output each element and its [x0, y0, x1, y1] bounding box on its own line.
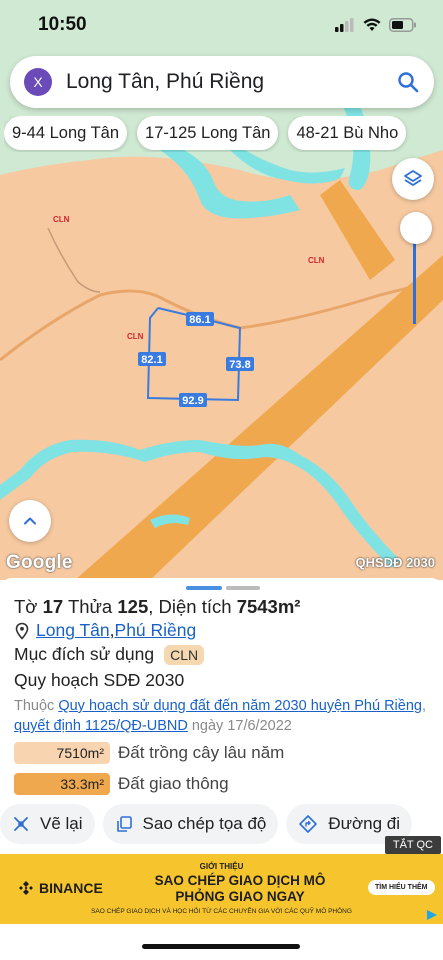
suggestion-chip[interactable]: 48-21 Bù Nho [288, 116, 407, 150]
copy-icon [116, 816, 132, 832]
land-use-row: 7510m² Đất trồng cây lâu năm [14, 742, 284, 764]
status-icons [335, 18, 417, 32]
signal-icon [335, 18, 354, 32]
google-logo: Google [6, 552, 73, 573]
river-lower-2 [0, 470, 30, 500]
chevron-up-icon [24, 517, 36, 525]
svg-text:92.9: 92.9 [182, 395, 203, 407]
redraw-button[interactable]: Vẽ lại [0, 804, 95, 844]
search-bar[interactable]: X Long Tân, Phú Riềng [10, 56, 434, 108]
land-use-label: Đất trồng cây lâu năm [118, 743, 285, 762]
battery-icon [389, 18, 416, 32]
redraw-icon [14, 817, 28, 831]
ad-brand: BINANCE [18, 880, 103, 896]
sheet-handle[interactable] [186, 586, 260, 590]
dimension-label: 92.9 [179, 393, 207, 407]
dimension-label: 82.1 [138, 352, 166, 366]
search-query[interactable]: Long Tân, Phú Riềng [66, 70, 396, 94]
location-pin-icon [15, 622, 29, 640]
home-indicator[interactable] [142, 944, 300, 949]
hide-ads-button[interactable]: TẮT QC [384, 836, 441, 854]
zone-label: CLN [127, 332, 144, 341]
search-icon[interactable] [396, 70, 420, 94]
purpose-badge: CLN [164, 644, 205, 665]
svg-text:73.8: 73.8 [229, 359, 250, 371]
suggestion-chip[interactable]: 17-125 Long Tân [137, 116, 279, 150]
dimension-label: 73.8 [226, 357, 254, 371]
ad-banner[interactable]: BINANCE GIỚI THIỆU SAO CHÉP GIAO DỊCH MÔ… [0, 854, 443, 924]
close-search-button[interactable]: X [24, 68, 52, 96]
directions-icon [299, 815, 318, 833]
zone-label: CLN [308, 256, 325, 265]
main-road [75, 255, 443, 580]
binance-logo-icon [19, 881, 33, 895]
district-link[interactable]: Phú Riềng [115, 620, 197, 641]
parcel-title: Tờ 17 Thửa 125, Diện tích 7543m² [14, 596, 301, 617]
suggestion-chip[interactable]: 9-44 Long Tân [4, 116, 128, 150]
suggestion-chips: 9-44 Long Tân 17-125 Long Tân 48-21 Bù N… [4, 116, 443, 152]
road-branch [320, 180, 395, 280]
purpose-row: Mục đích sử dụng CLN [14, 644, 205, 665]
land-use-row: 33.3m² Đất giao thông [14, 773, 229, 795]
plan-source-text: Thuộc Quy hoạch sử dụng đất đến năm 2030… [14, 698, 426, 734]
purpose-label: Mục đích sử dụng [14, 644, 155, 664]
ad-cta-button[interactable]: TÌM HIỂU THÊM [368, 880, 435, 895]
plan-link[interactable]: Quy hoạch sử dụng đất đến năm 2030 huyện… [58, 698, 422, 714]
action-bar: Vẽ lại Sao chép tọa độ Đường đi [0, 804, 443, 846]
zone-label: CLN [53, 215, 70, 224]
location-row: Long Tân, Phú Riềng [14, 620, 196, 641]
land-use-label: Đất giao thông [118, 774, 229, 793]
map-source-label: QHSDĐ 2030 [355, 555, 435, 570]
opacity-slider-knob[interactable] [400, 212, 432, 244]
land-use-area: 33.3m² [14, 773, 110, 795]
svg-text:86.1: 86.1 [189, 314, 210, 326]
plan-label: Quy hoạch SDĐ 2030 [14, 670, 185, 690]
svg-text:82.1: 82.1 [141, 354, 162, 366]
layers-icon [404, 170, 422, 186]
ad-headline: SAO CHÉP GIAO DỊCH MÔ PHỎNG GIAO NGAY [154, 873, 326, 904]
status-bar: 10:50 [0, 0, 443, 50]
copy-coordinates-button[interactable]: Sao chép tọa độ [102, 804, 279, 844]
wifi-icon [363, 18, 381, 31]
expand-up-button[interactable] [9, 500, 51, 542]
land-use-area: 7510m² [14, 742, 110, 764]
ad-subtext: SAO CHÉP GIAO DỊCH VÀ HỌC HỎI TỪ CÁC CHU… [91, 908, 352, 915]
ad-intro: GIỚI THIỆU [199, 862, 244, 871]
status-time: 10:50 [38, 14, 87, 35]
decision-link[interactable]: quyết định 1125/QĐ-UBND [14, 718, 188, 734]
ad-info-icon[interactable] [425, 908, 439, 922]
track [47, 227, 101, 293]
commune-link[interactable]: Long Tân [36, 620, 110, 641]
dimension-label: 86.1 [186, 312, 214, 326]
layers-button[interactable] [392, 158, 434, 200]
